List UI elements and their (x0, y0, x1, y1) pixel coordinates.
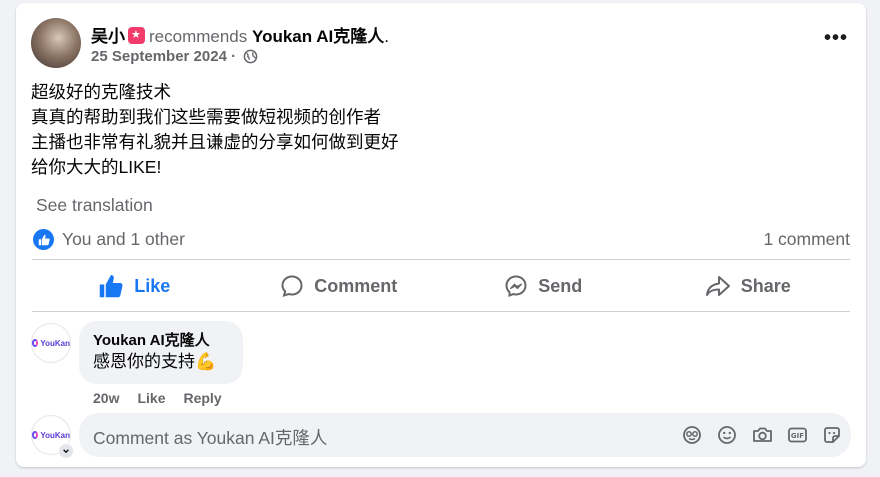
comment-count-link[interactable]: 1 comment (763, 229, 850, 250)
comment-bubble: Youkan AI克隆人 感恩你的支持💪 (79, 321, 243, 384)
post-body: 超级好的克隆技术 真真的帮助到我们这些需要做短视频的创作者 主播也非常有礼貌并且… (31, 80, 399, 180)
comment-actions: 20w Like Reply (93, 390, 222, 406)
like-label: Like (134, 275, 171, 296)
post-header: 吴小 recommends Youkan AI克隆人. (91, 22, 389, 47)
reactions-summary[interactable]: You and 1 other (33, 229, 185, 250)
youkan-logo-icon (32, 431, 39, 439)
comment-label: Comment (314, 275, 398, 296)
comment-text: 感恩你的支持💪 (93, 352, 217, 371)
send-button[interactable]: Send (441, 261, 646, 311)
emoji-icon[interactable] (716, 424, 738, 446)
post-date[interactable]: 25 September 2024 (91, 48, 227, 65)
post-text-line: 给你大大的LIKE! (31, 157, 162, 177)
messenger-icon (505, 275, 527, 297)
speech-bubble-icon (281, 275, 303, 298)
comment-author[interactable]: Youkan AI克隆人 (93, 331, 229, 351)
comment-time[interactable]: 20w (93, 390, 119, 406)
recommend-badge-icon (128, 27, 145, 44)
commenter-avatar[interactable]: YouKan (31, 323, 71, 363)
more-options-icon[interactable]: ••• (824, 28, 848, 48)
globe-icon[interactable] (243, 49, 258, 64)
see-translation-link[interactable]: See translation (36, 195, 153, 216)
author-avatar[interactable] (31, 18, 81, 68)
author-name[interactable]: 吴小 (91, 27, 125, 46)
comment-like-link[interactable]: Like (137, 390, 165, 406)
reactions-text: You and 1 other (62, 229, 185, 249)
post-card: 吴小 recommends Youkan AI克隆人. 25 September … (16, 3, 866, 467)
camera-icon[interactable] (751, 424, 773, 446)
comment-reply-link[interactable]: Reply (183, 390, 221, 406)
commenter-avatar-text: YouKan (40, 338, 70, 348)
sticker-icon[interactable] (821, 424, 843, 446)
divider (32, 311, 850, 312)
comment-button[interactable]: Comment (237, 261, 442, 311)
like-button[interactable]: Like (32, 261, 237, 311)
post-meta: 25 September 2024 · (91, 48, 258, 65)
page-suffix: . (384, 27, 389, 46)
share-button[interactable]: Share (646, 261, 851, 311)
page-name[interactable]: Youkan AI克隆人 (252, 27, 384, 46)
post-text-line: 真真的帮助到我们这些需要做短视频的创作者 (31, 107, 381, 127)
gif-icon[interactable]: GIF (786, 424, 808, 446)
comment-input[interactable]: Comment as Youkan AI克隆人 (93, 425, 327, 450)
youkan-logo-icon (32, 339, 39, 347)
share-arrow-icon (705, 276, 730, 296)
date-separator: · (231, 48, 237, 65)
comment-composer[interactable]: Comment as Youkan AI克隆人 GIF (79, 413, 851, 457)
send-label: Send (538, 275, 583, 296)
divider (32, 259, 850, 260)
share-label: Share (740, 275, 791, 296)
post-text-line: 主播也非常有礼貌并且谦虚的分享如何做到更好 (31, 132, 399, 152)
composer-tools: GIF (681, 424, 843, 446)
svg-text:GIF: GIF (790, 432, 803, 440)
action-bar: Like Comment Send Share (32, 261, 850, 311)
recommends-verb: recommends (149, 27, 248, 46)
like-reaction-icon (33, 229, 54, 250)
avatar-sticker-icon[interactable] (681, 424, 703, 446)
chevron-down-icon[interactable] (58, 443, 74, 459)
composer-avatar-text: YouKan (40, 430, 70, 440)
post-text-line: 超级好的克隆技术 (31, 82, 171, 102)
thumbs-up-icon (99, 275, 123, 298)
